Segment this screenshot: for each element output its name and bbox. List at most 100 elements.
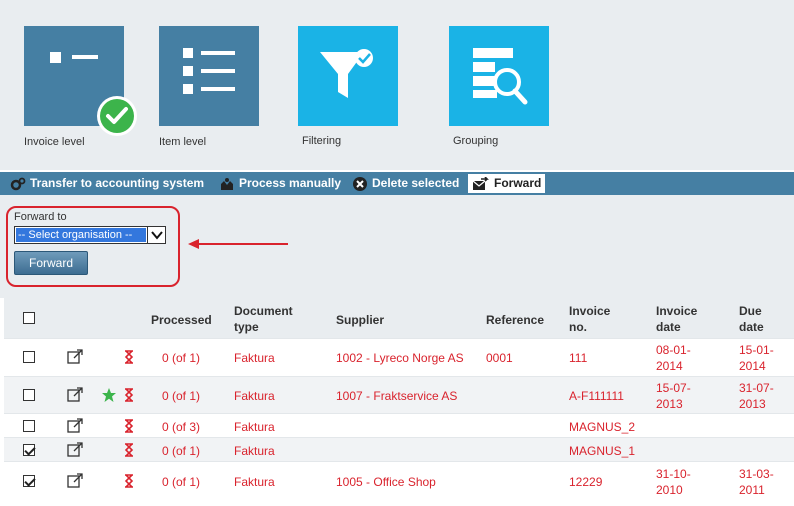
- process-manually-button[interactable]: Process manually: [219, 172, 341, 195]
- open-external-icon[interactable]: [67, 418, 83, 434]
- process-manually-label: Process manually: [239, 176, 342, 190]
- organisation-select-value: -- Select organisation --: [16, 228, 146, 242]
- cell-invoice-no: A-F111111: [569, 389, 624, 403]
- cell-doc-type: Faktura: [234, 475, 275, 489]
- open-external-icon[interactable]: [67, 349, 83, 365]
- row-checkbox[interactable]: [23, 444, 35, 456]
- cell-invoice-date-line1: 31-10-: [656, 467, 691, 481]
- cell-reference: 0001: [486, 351, 513, 365]
- organisation-select[interactable]: -- Select organisation --: [14, 226, 166, 244]
- delete-selected-button[interactable]: Delete selected: [352, 172, 459, 195]
- cell-due-date: 31-03- 2011: [739, 466, 774, 498]
- col-invoice-no-line1: Invoice: [569, 304, 611, 318]
- col-invoice-date-line2: date: [656, 320, 681, 334]
- cell-due-date-line1: 15-01-: [739, 343, 774, 357]
- cell-supplier: 1002 - Lyreco Norge AS: [336, 351, 464, 365]
- row-checkbox[interactable]: [23, 389, 35, 401]
- col-supplier[interactable]: Supplier: [336, 312, 384, 328]
- transfer-to-accounting-button[interactable]: Transfer to accounting system: [10, 172, 204, 195]
- table-row[interactable]: 0 (of 1) Faktura 1002 - Lyreco Norge AS …: [4, 338, 794, 376]
- tile-label-grouping: Grouping: [453, 135, 499, 147]
- cell-processed: 0 (of 1): [162, 389, 201, 403]
- tile-grouping[interactable]: [449, 26, 549, 126]
- col-invoice-no[interactable]: Invoice no.: [569, 303, 610, 335]
- table-row[interactable]: 0 (of 1) Faktura MAGNUS_1: [4, 437, 794, 461]
- cell-due-date-line2: 2011: [739, 483, 765, 497]
- col-invoice-date-line1: Invoice: [656, 304, 698, 318]
- gears-icon: [10, 177, 26, 190]
- tile-label-filtering: Filtering: [302, 135, 342, 147]
- selected-check-icon: [97, 96, 137, 136]
- transfer-label: Transfer to accounting system: [30, 176, 205, 190]
- view-tiles-panel: Invoice level Item level Filtering Group…: [0, 0, 794, 170]
- tile-item-level[interactable]: [159, 26, 259, 126]
- cell-invoice-date-line2: 2014: [656, 359, 683, 373]
- cell-invoice-date-line1: 15-07-: [656, 381, 691, 395]
- table-row[interactable]: 0 (of 3) Faktura MAGNUS_2: [4, 413, 794, 437]
- grouping-icon: [473, 48, 528, 105]
- cell-due-date-line2: 2013: [739, 397, 766, 411]
- delete-icon: [353, 176, 367, 191]
- cell-due-date-line1: 31-07-: [739, 381, 774, 395]
- col-doc-type-line1: Document: [234, 304, 293, 318]
- hands-icon: [221, 177, 233, 190]
- cell-invoice-date-line2: 2010: [656, 483, 683, 497]
- cell-supplier: 1007 - Fraktservice AS: [336, 389, 458, 403]
- star-icon: [102, 388, 116, 402]
- col-doc-type-line2: type: [234, 320, 259, 334]
- cell-invoice-date: 31-10- 2010: [656, 466, 691, 498]
- table-row[interactable]: 0 (of 1) Faktura 1005 - Office Shop 1222…: [4, 461, 794, 506]
- cell-due-date-line1: 31-03-: [739, 467, 774, 481]
- forward-tab-button[interactable]: Forward: [467, 173, 547, 194]
- forward-tab-label: Forward: [494, 176, 542, 190]
- cell-invoice-date-line2: 2013: [656, 397, 683, 411]
- col-doc-type[interactable]: Document type: [234, 303, 293, 335]
- tile-label-item-level: Item level: [159, 136, 207, 148]
- forward-submit-button[interactable]: Forward: [14, 251, 88, 275]
- table-row[interactable]: 0 (of 1) Faktura 1007 - Fraktservice AS …: [4, 376, 794, 413]
- tile-label-invoice-level: Invoice level: [24, 136, 85, 148]
- tile-filtering[interactable]: [298, 26, 398, 126]
- annotation-arrow-icon: [188, 239, 288, 249]
- forward-to-label: Forward to: [14, 211, 67, 223]
- open-external-icon[interactable]: [67, 473, 83, 489]
- col-due-date-line1: Due: [739, 304, 762, 318]
- table-header: Processed Document type Supplier Referen…: [4, 298, 794, 338]
- cell-due-date: 15-01- 2014: [739, 342, 774, 374]
- cell-due-date: 31-07- 2013: [739, 380, 774, 412]
- cell-doc-type: Faktura: [234, 420, 275, 434]
- action-toolbar: Transfer to accounting system Process ma…: [0, 172, 794, 195]
- filter-icon: [320, 49, 373, 98]
- cell-doc-type: Faktura: [234, 444, 275, 458]
- select-all-checkbox[interactable]: [23, 312, 35, 324]
- col-due-date-line2: date: [739, 320, 764, 334]
- col-due-date[interactable]: Due date: [739, 303, 764, 335]
- cell-invoice-date-line1: 08-01-: [656, 343, 691, 357]
- cell-processed: 0 (of 1): [162, 444, 201, 458]
- open-external-icon[interactable]: [67, 387, 83, 403]
- cell-doc-type: Faktura: [234, 389, 275, 403]
- delete-selected-label: Delete selected: [372, 176, 460, 190]
- col-reference[interactable]: Reference: [486, 312, 544, 328]
- row-checkbox[interactable]: [23, 475, 35, 487]
- cell-invoice-date: 08-01- 2014: [656, 342, 691, 374]
- row-checkbox[interactable]: [23, 420, 35, 432]
- cell-processed: 0 (of 3): [162, 420, 201, 434]
- hourglass-icon: [124, 350, 134, 364]
- hourglass-icon: [124, 388, 134, 402]
- chevron-down-icon[interactable]: [147, 227, 165, 243]
- cell-supplier: 1005 - Office Shop: [336, 475, 436, 489]
- cell-due-date-line2: 2014: [739, 359, 766, 373]
- cell-doc-type: Faktura: [234, 351, 275, 365]
- cell-invoice-no: MAGNUS_2: [569, 420, 636, 434]
- col-processed[interactable]: Processed: [151, 312, 212, 328]
- hourglass-icon: [124, 443, 134, 457]
- hourglass-icon: [124, 474, 134, 488]
- row-checkbox[interactable]: [23, 351, 35, 363]
- col-invoice-date[interactable]: Invoice date: [656, 303, 697, 335]
- open-external-icon[interactable]: [67, 442, 83, 458]
- cell-invoice-date: 15-07- 2013: [656, 380, 691, 412]
- forward-panel: Forward to -- Select organisation -- For…: [0, 195, 794, 298]
- cell-processed: 0 (of 1): [162, 351, 201, 365]
- forward-mail-icon: [472, 176, 489, 190]
